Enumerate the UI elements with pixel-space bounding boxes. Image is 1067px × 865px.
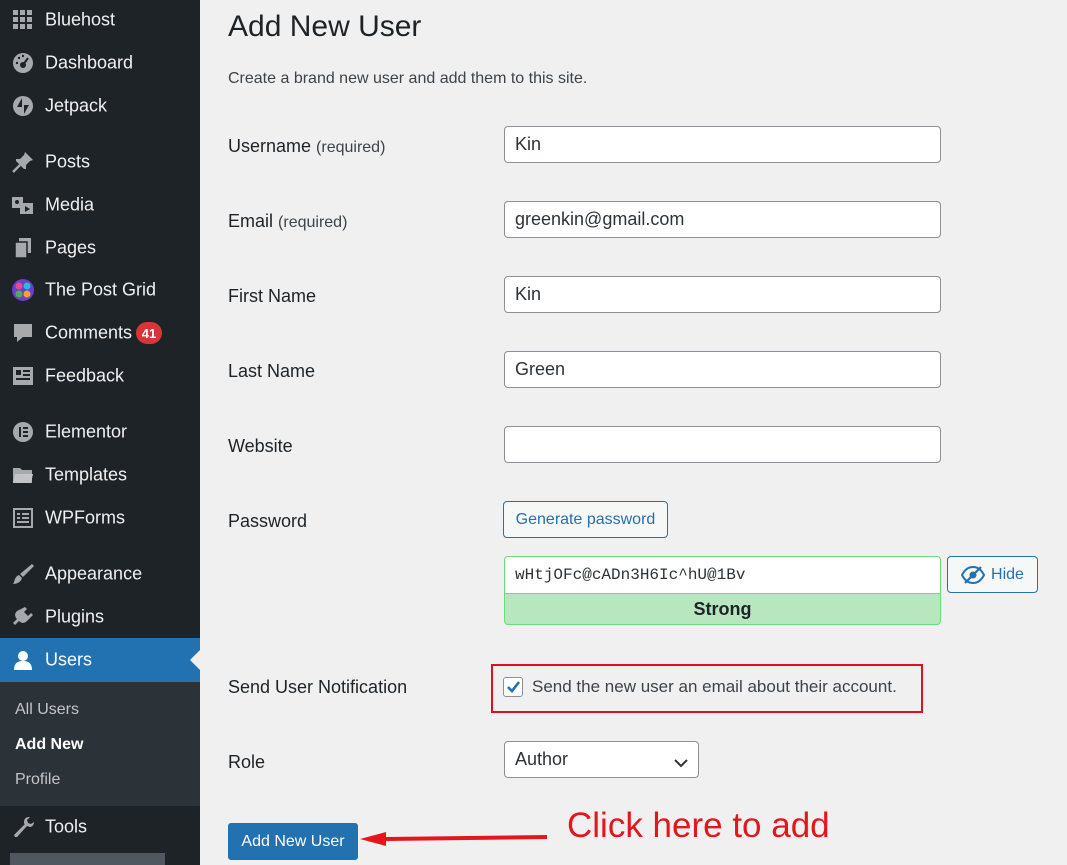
sidebar-item-comments[interactable]: Comments 41: [0, 313, 200, 353]
sidebar-item-users[interactable]: Users: [0, 638, 200, 682]
sidebar-item-label: Bluehost: [45, 9, 116, 30]
pin-icon: [11, 150, 35, 174]
folder-icon: [11, 463, 35, 487]
add-new-user-button[interactable]: Add New User: [228, 823, 358, 860]
sidebar-item-label: Pages: [45, 237, 97, 258]
admin-sidebar: Bluehost Dashboard Jetpack Posts Media P…: [0, 0, 200, 865]
first-name-input[interactable]: Kin: [504, 276, 941, 313]
generate-password-button[interactable]: Generate password: [503, 501, 668, 538]
role-label: Role: [228, 752, 266, 772]
email-input[interactable]: greenkin@gmail.com: [504, 201, 941, 238]
sidebar-item-label: Elementor: [45, 421, 128, 442]
sidebar-item-feedback[interactable]: Feedback: [0, 356, 200, 396]
sidebar-item-label: Jetpack: [45, 95, 108, 116]
jetpack-icon: [11, 94, 35, 118]
username-label-text: Username: [228, 136, 312, 156]
sidebar-item-label: Users: [45, 649, 93, 670]
sidebar-item-label: Plugins: [45, 606, 105, 627]
first-name-value: Kin: [515, 284, 542, 304]
users-submenu: All Users Add New Profile: [0, 682, 200, 806]
send-notification-checkbox[interactable]: [503, 677, 523, 697]
username-value: Kin: [515, 134, 542, 154]
media-icon: [11, 193, 35, 217]
last-name-label: Last Name: [228, 361, 316, 381]
last-name-value: Green: [515, 359, 566, 379]
sidebar-item-label: Posts: [45, 151, 91, 172]
feedback-icon: [11, 364, 35, 388]
submenu-item-profile[interactable]: Profile: [15, 771, 60, 789]
comment-icon: [11, 321, 35, 345]
sidebar-item-media[interactable]: Media: [0, 185, 200, 225]
checkmark-icon: [507, 681, 521, 693]
sidebar-collapse-strip: [10, 853, 165, 865]
submenu-item-all-users[interactable]: All Users: [15, 701, 79, 719]
password-strength-indicator: Strong: [504, 593, 941, 625]
eye-slash-icon: [961, 565, 986, 584]
first-name-label: First Name: [228, 286, 317, 306]
dashboard-icon: [11, 51, 35, 75]
sidebar-item-jetpack[interactable]: Jetpack: [0, 86, 200, 126]
annotation-text: Click here to add: [567, 806, 830, 845]
password-label: Password: [228, 511, 308, 531]
password-value: wHtjOFc@cADn3H6Ic^hU@1Bv: [515, 566, 746, 584]
annotation-arrow-icon: [360, 832, 547, 846]
page-subtitle: Create a brand new user and add them to …: [228, 70, 588, 87]
wrench-icon: [11, 815, 35, 839]
chevron-down-icon: [674, 753, 688, 774]
username-input[interactable]: Kin: [504, 126, 941, 163]
submenu-item-add-new[interactable]: Add New: [15, 736, 83, 754]
sidebar-item-label: WPForms: [45, 507, 125, 528]
sidebar-item-label: Feedback: [45, 365, 125, 386]
post-grid-icon: [11, 278, 35, 302]
website-label: Website: [228, 436, 293, 456]
hide-password-button[interactable]: Hide: [947, 556, 1038, 593]
sidebar-item-posts[interactable]: Posts: [0, 142, 200, 182]
sidebar-item-appearance[interactable]: Appearance: [0, 554, 200, 594]
sidebar-item-templates[interactable]: Templates: [0, 455, 200, 495]
sidebar-item-label: The Post Grid: [45, 279, 157, 300]
sidebar-item-label: Appearance: [45, 563, 143, 584]
role-selected-value: Author: [515, 749, 569, 769]
sidebar-item-bluehost[interactable]: Bluehost: [0, 0, 200, 40]
send-notification-label: Send User Notification: [228, 677, 408, 697]
sidebar-item-label: Templates: [45, 464, 128, 485]
sidebar-item-label: Tools: [45, 816, 88, 837]
comments-count-badge: 41: [136, 322, 162, 344]
sidebar-item-elementor[interactable]: Elementor: [0, 412, 200, 452]
hide-password-label: Hide: [991, 565, 1024, 583]
sidebar-item-the-post-grid[interactable]: The Post Grid: [0, 270, 200, 310]
website-input[interactable]: [504, 426, 941, 463]
sidebar-item-plugins[interactable]: Plugins: [0, 597, 200, 637]
last-name-input[interactable]: Green: [504, 351, 941, 388]
sidebar-item-label: Comments: [45, 322, 133, 343]
sidebar-item-tools[interactable]: Tools: [0, 807, 200, 847]
wpforms-icon: [11, 506, 35, 530]
role-select[interactable]: Author: [504, 741, 699, 778]
email-label: Email (required): [228, 211, 347, 232]
password-input[interactable]: wHtjOFc@cADn3H6Ic^hU@1Bv: [504, 556, 941, 593]
send-notification-checkbox-label[interactable]: Send the new user an email about their a…: [532, 677, 897, 697]
elementor-icon: [11, 420, 35, 444]
grid-icon: [11, 8, 35, 32]
pages-icon: [11, 236, 35, 260]
sidebar-item-pages[interactable]: Pages: [0, 228, 200, 268]
page-title: Add New User: [228, 10, 422, 43]
required-note: (required): [278, 214, 348, 231]
email-value: greenkin@gmail.com: [515, 209, 685, 229]
sidebar-item-dashboard[interactable]: Dashboard: [0, 43, 200, 83]
email-label-text: Email: [228, 211, 274, 231]
username-label: Username (required): [228, 136, 385, 157]
sidebar-item-label: Media: [45, 194, 95, 215]
plugin-icon: [11, 605, 35, 629]
required-note: (required): [316, 139, 386, 156]
user-icon: [11, 648, 35, 672]
sidebar-item-label: Dashboard: [45, 52, 134, 73]
brush-icon: [11, 562, 35, 586]
sidebar-item-wpforms[interactable]: WPForms: [0, 498, 200, 538]
